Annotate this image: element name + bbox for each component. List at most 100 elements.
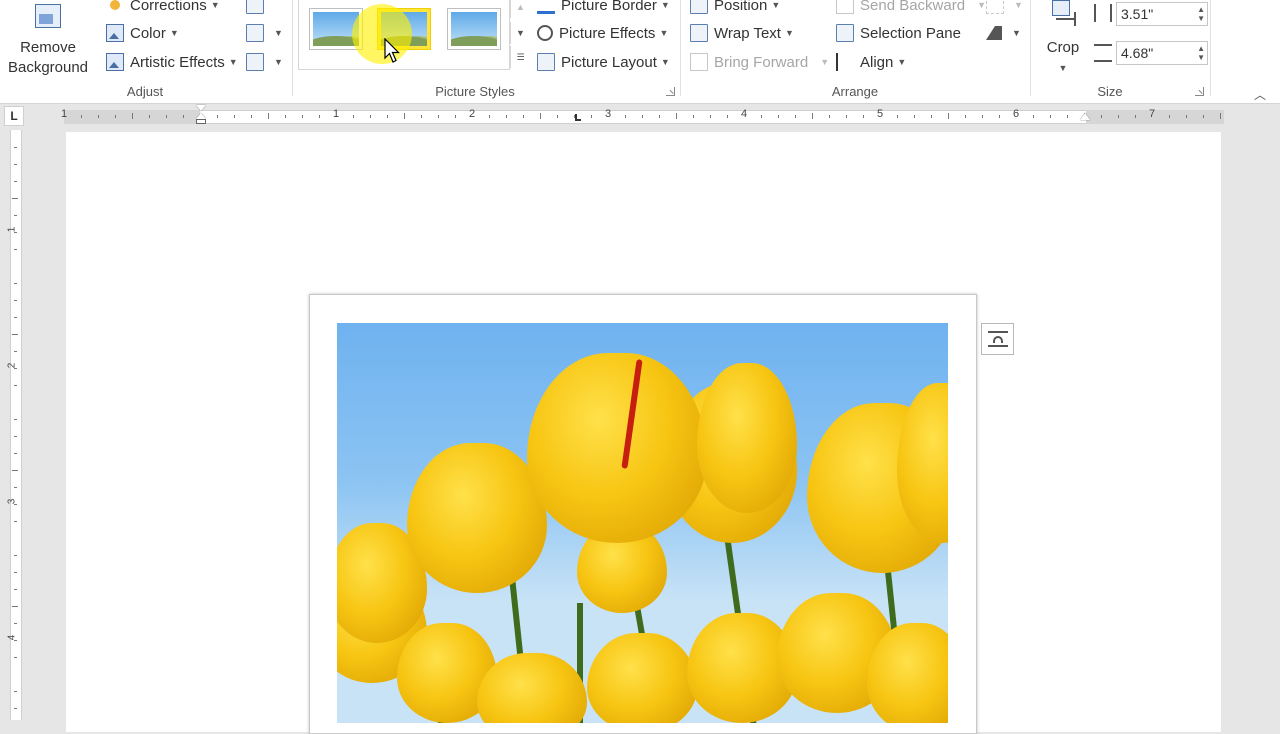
wrap-text-icon bbox=[690, 24, 708, 42]
align-button[interactable]: Align ▼ bbox=[836, 51, 906, 73]
group-divider bbox=[1210, 0, 1211, 96]
align-label: Align bbox=[860, 53, 894, 71]
shape-height-field[interactable]: 3.51" ▲ ▼ bbox=[1116, 2, 1208, 26]
ruler-tick bbox=[14, 657, 17, 658]
ruler-tick bbox=[931, 115, 932, 118]
ruler-tick bbox=[1067, 115, 1068, 118]
gallery-scroll-down-icon[interactable]: ▼ bbox=[510, 22, 530, 44]
shape-width-field[interactable]: 4.68" ▲ ▼ bbox=[1116, 41, 1208, 65]
crop-icon bbox=[1048, 0, 1078, 34]
ruler-tick bbox=[268, 113, 269, 119]
size-launcher-icon[interactable] bbox=[1195, 87, 1204, 96]
ruler-number: 1 bbox=[332, 108, 340, 120]
height-spin-up-icon[interactable]: ▲ bbox=[1197, 6, 1205, 14]
picture-layout-icon bbox=[537, 53, 555, 71]
tulips-picture[interactable] bbox=[337, 323, 948, 723]
ruler-tick bbox=[353, 115, 354, 118]
corrections-label: Corrections bbox=[130, 0, 207, 14]
ruler-tick bbox=[812, 113, 813, 119]
size-group-label: Size bbox=[1097, 84, 1123, 99]
ruler-tick bbox=[14, 283, 17, 284]
artistic-effects-button[interactable]: Artistic Effects ▼ bbox=[106, 51, 238, 73]
picture-style-thumb-3[interactable] bbox=[447, 8, 501, 50]
artistic-effects-label: Artistic Effects bbox=[130, 53, 225, 71]
ruler-tick bbox=[251, 115, 252, 118]
ruler-tick bbox=[14, 453, 17, 454]
horizontal-ruler: 1 1 2 3 4 5 6 7 bbox=[30, 104, 1250, 128]
ruler-tick bbox=[557, 115, 558, 118]
ruler-tick bbox=[727, 115, 728, 118]
ruler-number: 6 bbox=[1012, 108, 1020, 120]
ruler-number: 2 bbox=[6, 362, 18, 369]
right-indent-marker-icon[interactable] bbox=[1080, 113, 1090, 120]
group-objects-button[interactable]: ▼ bbox=[986, 0, 1023, 16]
picture-effects-label: Picture Effects bbox=[559, 24, 656, 42]
gallery-more-icon[interactable]: ☰ bbox=[510, 46, 530, 68]
ruler-tick bbox=[14, 351, 17, 352]
height-spin-down-icon[interactable]: ▼ bbox=[1197, 15, 1205, 23]
picture-effects-button[interactable]: Picture Effects ▼ bbox=[537, 22, 668, 44]
ruler-tick bbox=[540, 113, 541, 119]
reset-picture-button[interactable]: ▼ bbox=[246, 51, 283, 73]
arrange-group-label: Arrange bbox=[831, 84, 879, 99]
position-button[interactable]: Position ▼ bbox=[690, 0, 780, 16]
ruler-tick bbox=[14, 589, 17, 590]
corrections-icon bbox=[106, 0, 124, 14]
selection-pane-button[interactable]: Selection Pane bbox=[836, 22, 961, 44]
collapse-ribbon-icon[interactable]: ︿ bbox=[1254, 86, 1266, 103]
ruler-tick bbox=[642, 115, 643, 118]
layout-options-button[interactable] bbox=[981, 323, 1014, 355]
adjust-group-label: Adjust bbox=[126, 84, 164, 99]
ruler-tick bbox=[1135, 115, 1136, 118]
picture-effects-icon bbox=[537, 25, 553, 41]
crop-button[interactable]: Crop ▼ bbox=[1040, 0, 1086, 78]
ruler-tick bbox=[149, 115, 150, 118]
wrap-text-label: Wrap Text bbox=[714, 24, 781, 42]
group-objects-icon bbox=[986, 0, 1004, 14]
compress-pictures-icon bbox=[246, 0, 264, 14]
chevron-down-icon: ▼ bbox=[1012, 28, 1021, 38]
ruler-tick bbox=[659, 115, 660, 118]
ruler-tick bbox=[489, 115, 490, 118]
chevron-down-icon: ▼ bbox=[660, 0, 670, 10]
wrap-text-button[interactable]: Wrap Text ▼ bbox=[690, 22, 794, 44]
chevron-down-icon: ▼ bbox=[274, 57, 283, 67]
tab-selector[interactable]: L bbox=[4, 106, 24, 126]
remove-background-button[interactable]: Remove Background bbox=[4, 0, 92, 78]
selection-pane-icon bbox=[836, 24, 854, 42]
bring-forward-button[interactable]: Bring Forward ▼ bbox=[690, 51, 829, 73]
picture-styles-launcher-icon[interactable] bbox=[666, 87, 675, 96]
ruler-tick bbox=[14, 691, 17, 692]
picture-border-button[interactable]: Picture Border ▼ bbox=[537, 0, 670, 16]
width-spin-up-icon[interactable]: ▲ bbox=[1197, 45, 1205, 53]
send-backward-label: Send Backward bbox=[860, 0, 966, 14]
shape-height-value: 3.51" bbox=[1121, 6, 1154, 22]
ruler-tick bbox=[982, 115, 983, 118]
ruler-tick bbox=[14, 164, 17, 165]
change-picture-button[interactable]: ▼ bbox=[246, 22, 283, 44]
send-backward-button[interactable]: Send Backward ▼ bbox=[836, 0, 986, 16]
color-button[interactable]: Color ▼ bbox=[106, 22, 179, 44]
picture-layout-label: Picture Layout bbox=[561, 53, 657, 71]
gallery-scroll-up-icon[interactable]: ▲ bbox=[510, 0, 530, 18]
ruler-tick bbox=[14, 555, 17, 556]
ruler-tick bbox=[693, 115, 694, 118]
chevron-down-icon: ▼ bbox=[659, 28, 669, 38]
chevron-down-icon: ▼ bbox=[660, 57, 670, 67]
corrections-button[interactable]: Corrections ▼ bbox=[106, 0, 220, 16]
ruler-number: 3 bbox=[6, 498, 18, 505]
group-divider bbox=[292, 0, 293, 96]
ruler-tick bbox=[676, 113, 677, 119]
left-tab-stop-icon[interactable] bbox=[575, 114, 581, 121]
ruler-tick bbox=[12, 334, 18, 335]
ruler-tick bbox=[14, 147, 17, 148]
chevron-down-icon: ▼ bbox=[820, 57, 830, 67]
ruler-tick bbox=[710, 115, 711, 118]
width-spin-down-icon[interactable]: ▼ bbox=[1197, 54, 1205, 62]
indent-marker-icon[interactable] bbox=[195, 105, 207, 127]
ruler-tick bbox=[302, 115, 303, 118]
picture-layout-button[interactable]: Picture Layout ▼ bbox=[537, 51, 670, 73]
selection-pane-label: Selection Pane bbox=[860, 24, 961, 42]
compress-pictures-button[interactable] bbox=[246, 0, 270, 16]
rotate-objects-button[interactable]: ▼ bbox=[986, 22, 1021, 44]
